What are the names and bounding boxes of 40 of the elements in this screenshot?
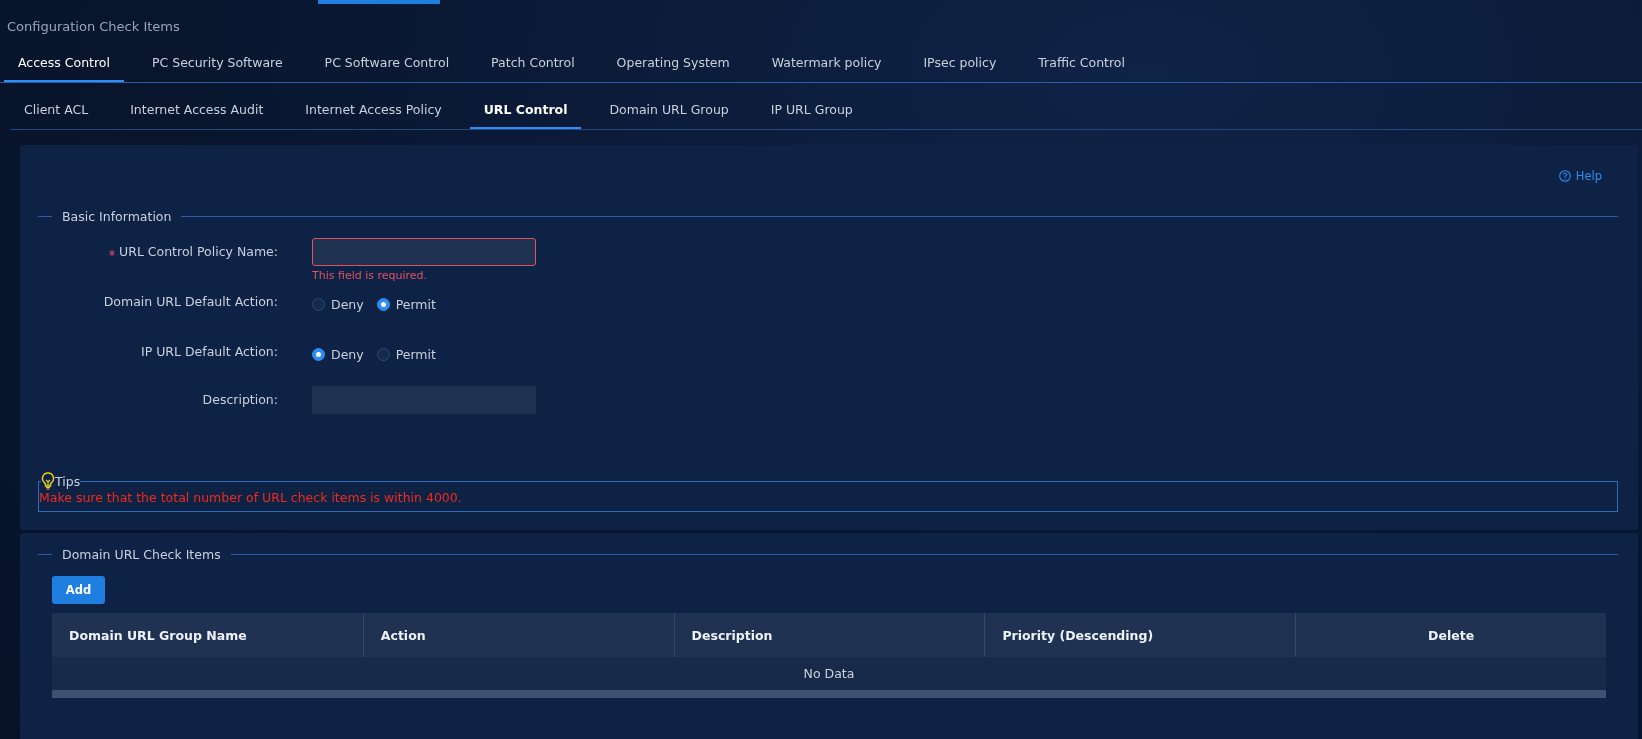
- tips-text: Make sure that the total number of URL check items is within 4000.: [39, 490, 463, 505]
- radio-button[interactable]: [312, 347, 325, 361]
- tab[interactable]: Access Control: [4, 45, 124, 82]
- tab[interactable]: Traffic Control: [1024, 45, 1139, 82]
- help-icon: [1558, 170, 1571, 182]
- error-message: This field is required.: [312, 269, 429, 282]
- help-link[interactable]: Help: [1558, 165, 1602, 187]
- lightbulb-icon: [41, 472, 55, 490]
- radio-button[interactable]: [376, 347, 390, 361]
- tab[interactable]: Operating System: [602, 45, 744, 82]
- tab[interactable]: PC Security Software: [137, 45, 297, 82]
- sub-tab[interactable]: Client ACL: [10, 92, 103, 129]
- radio-label: Permit: [395, 346, 436, 362]
- tab[interactable]: PC Software Control: [310, 45, 464, 82]
- sub-tab[interactable]: Internet Access Audit: [116, 92, 278, 129]
- input-field[interactable]: [312, 238, 536, 266]
- field-label: Domain URL Default Action:: [102, 293, 278, 311]
- field-label: URL Control Policy Name:: [40, 238, 278, 288]
- scrollbar[interactable]: [52, 690, 1606, 698]
- add-button[interactable]: Add: [52, 576, 105, 604]
- radio-label: Deny: [331, 296, 364, 312]
- tab[interactable]: Watermark policy: [757, 45, 896, 82]
- column-header: Domain URL Group Name: [68, 626, 248, 645]
- radio-button[interactable]: [376, 297, 390, 311]
- sub-tab[interactable]: Domain URL Group: [595, 92, 743, 129]
- sub-tab[interactable]: URL Control: [469, 92, 582, 129]
- tips-title: Tips: [55, 473, 81, 489]
- section-title: Basic Information: [62, 209, 172, 224]
- field-label: IP URL Default Action:: [140, 343, 278, 361]
- sub-tab[interactable]: IP URL Group: [756, 92, 867, 129]
- tab[interactable]: Patch Control: [477, 45, 589, 82]
- page-title: Configuration Check Items: [6, 18, 181, 36]
- tab[interactable]: IPsec policy: [909, 45, 1011, 82]
- radio-label: Permit: [395, 296, 436, 312]
- radio-button[interactable]: [312, 297, 325, 311]
- section-title: Domain URL Check Items: [62, 547, 221, 562]
- field-label: Description:: [201, 391, 278, 409]
- empty-message: No Data: [52, 657, 1606, 690]
- radio-label: Deny: [331, 346, 364, 362]
- sub-tab[interactable]: Internet Access Policy: [291, 92, 456, 129]
